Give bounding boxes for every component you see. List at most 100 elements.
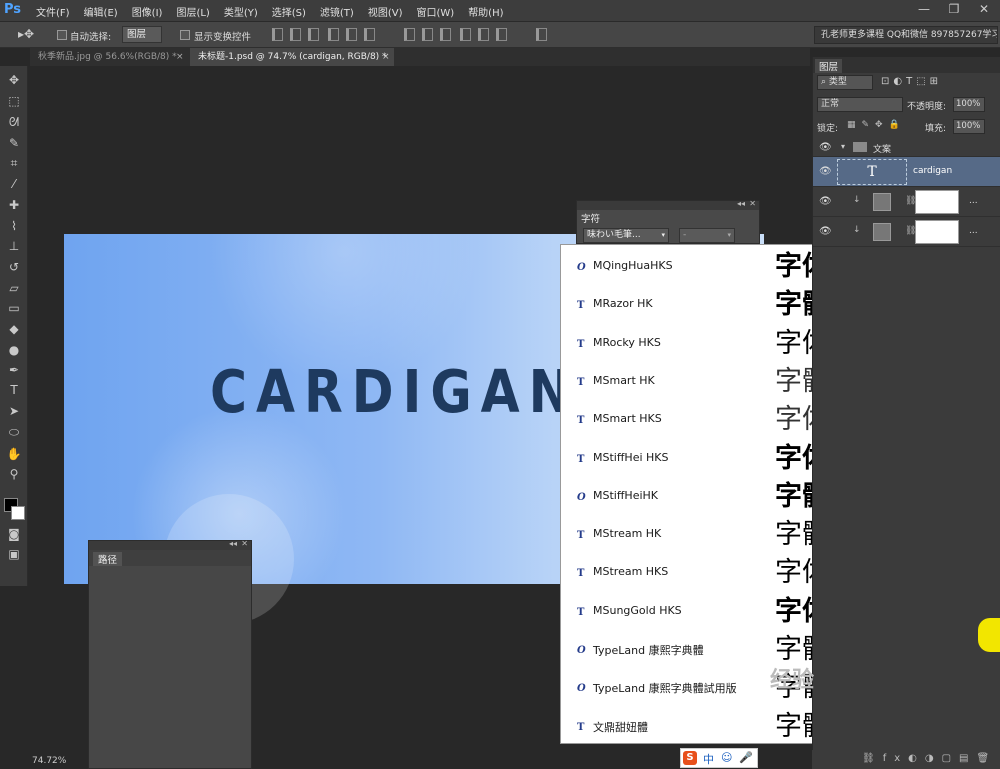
pen-tool-icon[interactable]: ✒ [6, 362, 22, 378]
zoom-level[interactable]: 74.72% [32, 756, 66, 766]
close-icon[interactable]: ✕ [241, 539, 248, 548]
close-button[interactable]: ✕ [970, 0, 998, 18]
menu-item-9[interactable]: 帮助(H) [468, 4, 503, 19]
workspace-info[interactable]: 孔老师更多课程 QQ和微信 8978572​67学习 [814, 26, 998, 44]
menu-item-5[interactable]: 选择(S) [272, 4, 306, 19]
menu-item-7[interactable]: 视图(V) [368, 4, 403, 19]
type-tool-icon[interactable]: T [6, 382, 22, 398]
menu-item-2[interactable]: 图像(I) [132, 4, 163, 19]
align-top-icon[interactable] [272, 28, 283, 41]
move-tool-preset-icon[interactable]: ▸✥ [18, 27, 42, 43]
layer-filter-dropdown[interactable]: ⌕ 类型 [817, 75, 873, 90]
brush-tool-icon[interactable]: ⌇ [6, 218, 22, 234]
quick-mask-icon[interactable]: ◙ [6, 526, 22, 542]
gradient-tool-icon[interactable]: ▭ [6, 300, 22, 316]
lock-icons[interactable]: ▦✎✥🔒 [847, 120, 906, 130]
marquee-tool-icon[interactable]: ⬚ [6, 93, 22, 109]
align-hcenter-icon[interactable] [346, 28, 357, 41]
layer-filter-icons[interactable]: ⊡◐T⬚⊞ [881, 76, 942, 87]
layer-row-adjust-1[interactable]: 👁 ↓ ⛓ ... [813, 187, 1000, 217]
opentype-font-icon: O [577, 683, 586, 695]
close-icon[interactable]: ✕ [749, 199, 756, 208]
layer-footer-icons[interactable]: ⛓fx◐◑▢▤🗑 [862, 753, 997, 764]
ime-mode-label[interactable]: 中 [703, 751, 714, 767]
menu-items: 文件(F) 编辑(E) 图像(I) 图层(L) 类型(Y) 选择(S) 滤镜(T) 视图(V)… [36, 0, 518, 22]
align-left-icon[interactable] [328, 28, 339, 41]
paths-panel-header[interactable]: ◂◂ ✕ [89, 539, 251, 550]
show-transform-checkbox[interactable] [180, 30, 190, 40]
align-vcenter-icon[interactable] [290, 28, 301, 41]
menu-item-0[interactable]: 文件(F) [36, 4, 70, 19]
layer-mask-thumbnail[interactable] [915, 190, 959, 214]
align-bottom-icon[interactable] [308, 28, 319, 41]
canvas-text-layer[interactable]: CARDIGAN [210, 356, 571, 430]
character-panel: ◂◂ ✕ 字符 味わい毛筆... ▾ - ▾ [576, 199, 760, 244]
sogou-icon: S [683, 751, 697, 765]
font-style-dropdown[interactable]: - ▾ [679, 228, 735, 243]
character-panel-header[interactable]: ◂◂ ✕ [577, 199, 759, 210]
history-brush-icon[interactable]: ↺ [6, 259, 22, 275]
distribute-top-icon[interactable] [404, 28, 415, 41]
menu-item-6[interactable]: 滤镜(T) [320, 4, 354, 19]
fill-input[interactable]: 100% [953, 119, 985, 134]
align-right-icon[interactable] [364, 28, 375, 41]
dodge-tool-icon[interactable]: ● [6, 342, 22, 358]
blend-mode-dropdown[interactable]: 正常 [817, 97, 903, 112]
hand-tool-icon[interactable]: ✋ [6, 446, 22, 462]
menu-item-4[interactable]: 类型(Y) [224, 4, 258, 19]
screen-mode-icon[interactable]: ▣ [6, 546, 22, 562]
stamp-tool-icon[interactable]: ⊥ [6, 238, 22, 254]
layer-mask-thumbnail[interactable] [915, 220, 959, 244]
opacity-input[interactable]: 100% [953, 97, 985, 112]
ellipse-tool-icon[interactable]: ⬭ [6, 424, 22, 440]
distribute-vcenter-icon[interactable] [422, 28, 433, 41]
crop-tool-icon[interactable]: ⌗ [6, 155, 22, 171]
font-family-dropdown[interactable]: 味わい毛筆... ▾ [583, 228, 669, 243]
auto-align-icon[interactable] [536, 28, 547, 41]
zoom-tool-icon[interactable]: ⚲ [6, 466, 22, 482]
show-transform-label: 显示变换控件 [194, 32, 252, 43]
ime-status-bar[interactable]: S 中 ☺ 🎤 [680, 748, 758, 768]
ime-emoji-icon[interactable]: ☺ [721, 751, 732, 764]
blur-tool-icon[interactable]: ◆ [6, 321, 22, 337]
layer-group-row[interactable]: 👁 ▾ 文案 [813, 139, 1000, 157]
disclosure-triangle-icon[interactable]: ▾ [841, 142, 845, 151]
healing-brush-icon[interactable]: ✚ [6, 197, 22, 213]
auto-select-dropdown[interactable]: 图层 [122, 26, 162, 43]
distribute-left-icon[interactable] [460, 28, 471, 41]
distribute-hcenter-icon[interactable] [478, 28, 489, 41]
tab-autumn-new[interactable]: 秋季新品.jpg @ 56.6%(RGB/8) * × [30, 48, 188, 66]
menu-item-8[interactable]: 窗口(W) [416, 4, 454, 19]
minimize-button[interactable]: — [910, 0, 938, 18]
eyedropper-tool-icon[interactable]: ⁄ [6, 176, 22, 192]
visibility-eye-icon[interactable]: 👁 [819, 166, 832, 178]
panel-menu-icon[interactable]: ≡ [93, 552, 248, 561]
ime-mic-icon[interactable]: 🎤 [739, 751, 753, 764]
distribute-bottom-icon[interactable] [440, 28, 451, 41]
layer-row-adjust-2[interactable]: 👁 ↓ ⛓ ... [813, 217, 1000, 247]
lasso-tool-icon[interactable]: ᘛ [6, 114, 22, 130]
tab-close-icon[interactable]: × [176, 48, 184, 66]
quick-select-tool-icon[interactable]: ✎ [6, 135, 22, 151]
auto-select-checkbox[interactable] [57, 30, 67, 40]
font-name: MSmart HK [593, 373, 655, 387]
path-selection-icon[interactable]: ➤ [6, 403, 22, 419]
background-color-swatch[interactable] [11, 506, 25, 520]
collapse-icon[interactable]: ◂◂ [737, 199, 745, 208]
collapse-icon[interactable]: ◂◂ [229, 539, 237, 548]
restore-button[interactable]: ❐ [940, 0, 968, 18]
eraser-tool-icon[interactable]: ▱ [6, 280, 22, 296]
menu-item-3[interactable]: 图层(L) [176, 4, 209, 19]
tab-untitled[interactable]: 未标题-1.psd @ 74.7% (cardigan, RGB/8) * × [190, 48, 394, 66]
visibility-eye-icon[interactable]: 👁 [819, 142, 832, 154]
character-tab-label[interactable]: 字符 [581, 211, 600, 225]
visibility-eye-icon[interactable]: 👁 [819, 196, 832, 208]
distribute-right-icon[interactable] [496, 28, 507, 41]
menu-item-1[interactable]: 编辑(E) [84, 4, 118, 19]
layer-row-text[interactable]: 👁 T cardigan [813, 157, 1000, 187]
tab-close-icon[interactable]: × [382, 48, 390, 66]
move-tool-icon[interactable]: ✥ [6, 72, 22, 88]
layers-tab[interactable]: 图层 [815, 59, 843, 73]
visibility-eye-icon[interactable]: 👁 [819, 226, 832, 238]
paths-tab[interactable]: 路径 ≡ [89, 550, 251, 566]
